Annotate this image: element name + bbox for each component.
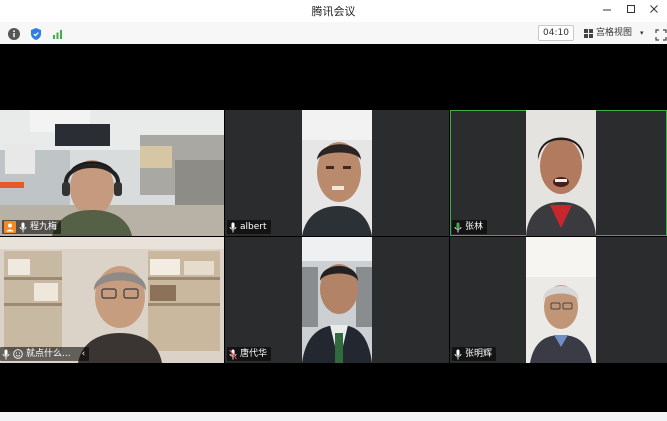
- close-icon[interactable]: [643, 0, 665, 22]
- video-feed: [302, 237, 372, 363]
- microphone-icon: [19, 222, 27, 232]
- minimize-icon[interactable]: [596, 0, 618, 22]
- participant-name: 唐代华: [240, 349, 268, 359]
- participant-name: 张明辉: [465, 349, 493, 359]
- meeting-timer: 04:10: [538, 25, 574, 41]
- participant-name-bar: 就点什么... ‹: [0, 347, 90, 361]
- video-grid: 程九梅 albert 张林 就点什么... ‹ 唐代华 张明辉: [0, 44, 667, 421]
- video-feed: [526, 110, 596, 236]
- host-icon: [4, 221, 16, 233]
- participant-name: albert: [240, 222, 267, 232]
- chevron-left-icon[interactable]: ‹: [82, 347, 86, 361]
- participant-name-bar: 张林: [452, 220, 488, 234]
- speaking-microphone-icon: [454, 222, 462, 232]
- emoji-icon[interactable]: [13, 349, 23, 359]
- participant-name-bar: 张明辉: [452, 347, 497, 361]
- microphone-icon: [454, 349, 462, 359]
- participant-name-bar: 唐代华: [227, 347, 272, 361]
- video-feed: [526, 237, 596, 363]
- participant-name-bar: albert: [227, 220, 271, 234]
- participant-name: 程九梅: [30, 222, 58, 232]
- participant-name-bar: 程九梅: [2, 220, 62, 234]
- chat-preview-text[interactable]: 就点什么...: [26, 347, 71, 361]
- chevron-down-icon: ▾: [640, 29, 644, 37]
- shield-icon[interactable]: [29, 26, 43, 40]
- video-tile[interactable]: 张林: [450, 110, 667, 236]
- video-tile[interactable]: albert: [225, 110, 449, 236]
- microphone-icon: [229, 222, 237, 232]
- video-feed: [0, 110, 224, 236]
- microphone-icon: [2, 349, 10, 359]
- video-tile[interactable]: 就点什么... ‹: [0, 237, 224, 363]
- fullscreen-icon[interactable]: [655, 26, 667, 41]
- view-mode-button[interactable]: 宫格视图 ▾: [580, 25, 648, 41]
- meeting-window: 腾讯会议 04:10 宫格视图 ▾ 程九梅 albert 张林 就点什么... …: [0, 0, 667, 421]
- video-tile[interactable]: 唐代华: [225, 237, 449, 363]
- window-title: 腾讯会议: [311, 5, 356, 18]
- info-icon[interactable]: [7, 26, 21, 40]
- title-bar: 腾讯会议: [0, 0, 667, 22]
- meeting-toolbar: 04:10 宫格视图 ▾: [0, 22, 667, 45]
- bottom-strip: [0, 412, 667, 421]
- video-tile[interactable]: 程九梅: [0, 110, 224, 236]
- signal-icon[interactable]: [51, 26, 65, 40]
- maximize-icon[interactable]: [620, 0, 642, 22]
- grid-view-icon: [584, 29, 593, 38]
- video-feed: [302, 110, 372, 236]
- video-feed: [0, 237, 224, 363]
- participant-name: 张林: [465, 222, 484, 232]
- view-mode-label: 宫格视图: [596, 28, 633, 38]
- muted-microphone-icon: [229, 349, 237, 359]
- video-tile[interactable]: 张明辉: [450, 237, 667, 363]
